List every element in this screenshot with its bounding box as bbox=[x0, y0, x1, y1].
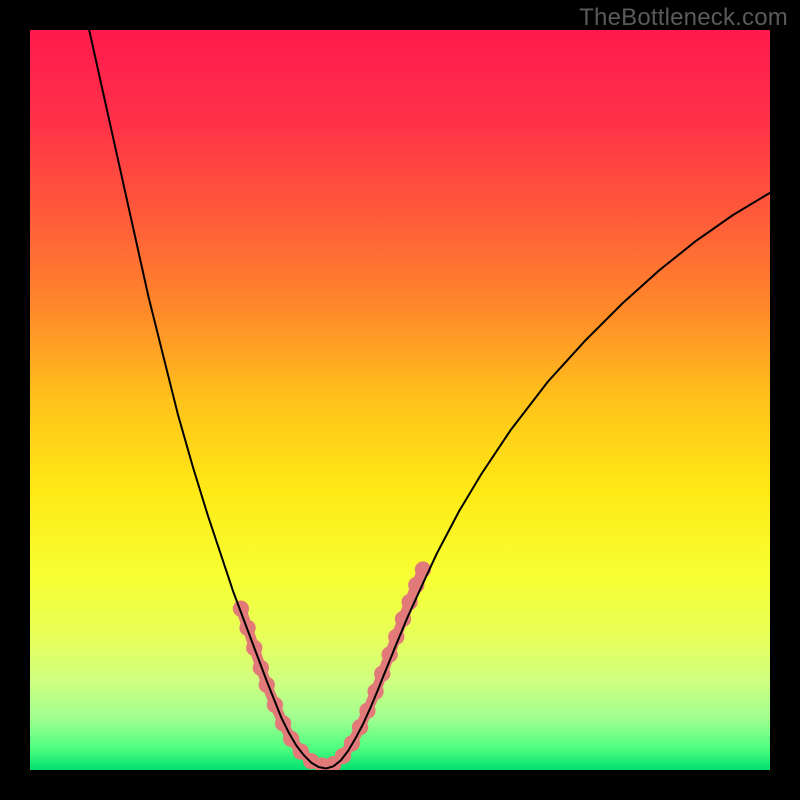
chart-svg bbox=[30, 30, 770, 770]
chart-frame: TheBottleneck.com bbox=[0, 0, 800, 800]
marker-dot bbox=[352, 719, 368, 735]
watermark-text: TheBottleneck.com bbox=[579, 4, 788, 32]
plot-area bbox=[30, 30, 770, 770]
